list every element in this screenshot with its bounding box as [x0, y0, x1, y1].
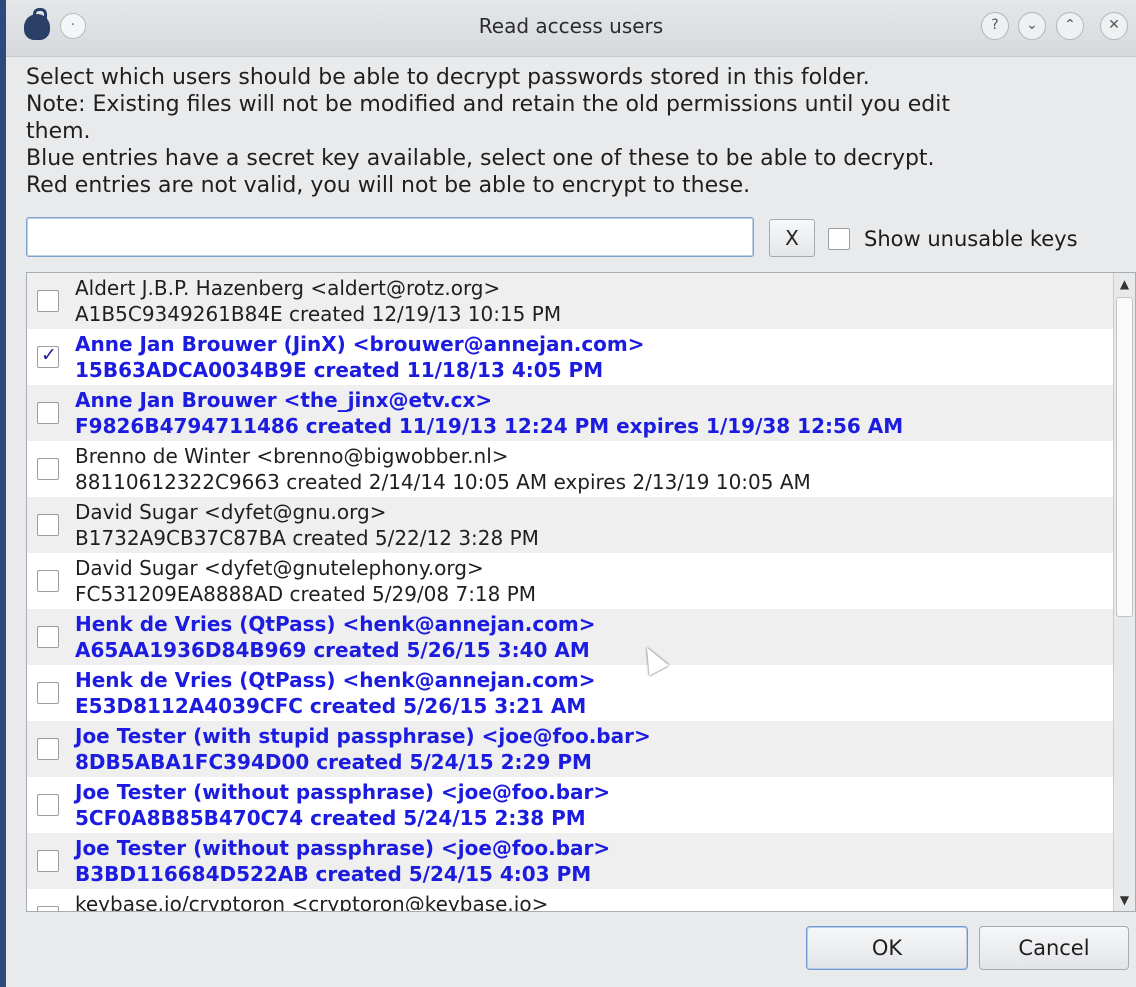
scrollbar-thumb[interactable]: [1116, 297, 1133, 617]
user-entry-text: Joe Tester (with stupid passphrase) <joe…: [75, 723, 651, 775]
scroll-up-icon[interactable]: ▲: [1114, 273, 1135, 295]
user-checkbox[interactable]: [37, 402, 59, 424]
user-entry-text: Joe Tester (without passphrase) <joe@foo…: [75, 779, 610, 831]
cancel-button[interactable]: Cancel: [979, 926, 1129, 970]
user-entry-text: Anne Jan Brouwer (JinX) <brouwer@annejan…: [75, 331, 645, 383]
user-row[interactable]: David Sugar <dyfet@gnutelephony.org> FC53…: [27, 553, 1113, 609]
user-key-info: A65AA1936D84B969 created 5/26/15 3:40 AM: [75, 638, 590, 662]
user-key-info: 88110612322C9663 created 2/14/14 10:05 A…: [75, 470, 811, 494]
minimize-button[interactable]: ⌄: [1018, 12, 1046, 40]
user-entry-text: Anne Jan Brouwer <the_jinx@etv.cx> F9826B…: [75, 387, 903, 439]
user-entry-text: Joe Tester (without passphrase) <joe@foo…: [75, 835, 610, 887]
user-checkbox[interactable]: [37, 514, 59, 536]
dialog-window: · Read access users ? ⌄ ⌃ ✕ Select which…: [0, 0, 1136, 987]
user-row[interactable]: Aldert J.B.P. Hazenberg <aldert@rotz.org…: [27, 273, 1113, 329]
user-entry-text: Henk de Vries (QtPass) <henk@annejan.com…: [75, 667, 596, 719]
user-row[interactable]: Anne Jan Brouwer (JinX) <brouwer@annejan…: [27, 329, 1113, 385]
description-line: them.: [26, 119, 91, 144]
user-row[interactable]: David Sugar <dyfet@gnu.org> B1732A9CB37C8…: [27, 497, 1113, 553]
user-key-info: E53D8112A4039CFC created 5/26/15 3:21 AM: [75, 694, 587, 718]
user-row[interactable]: Henk de Vries (QtPass) <henk@annejan.com…: [27, 609, 1113, 665]
user-identity: Henk de Vries (QtPass) <henk@annejan.com…: [75, 612, 596, 636]
user-identity: Joe Tester (without passphrase) <joe@foo…: [75, 780, 611, 804]
user-entry-text: Aldert J.B.P. Hazenberg <aldert@rotz.org…: [75, 275, 561, 327]
scroll-down-icon[interactable]: ▼: [1114, 889, 1135, 911]
user-checkbox[interactable]: [37, 626, 59, 648]
user-row[interactable]: keybase.io/cryptoron <cryptoron@keybase.…: [27, 889, 1113, 912]
user-identity: keybase.io/cryptoron <cryptoron@keybase.…: [75, 892, 549, 912]
user-key-info: A1B5C9349261B84E created 12/19/13 10:15 …: [75, 302, 562, 326]
show-unusable-label: Show unusable keys: [864, 227, 1078, 251]
user-row[interactable]: Anne Jan Brouwer <the_jinx@etv.cx> F9826B…: [27, 385, 1113, 441]
user-row[interactable]: Joe Tester (without passphrase) <joe@foo…: [27, 777, 1113, 833]
clear-search-button[interactable]: X: [769, 219, 815, 257]
show-unusable-toggle[interactable]: Show unusable keys: [828, 223, 1078, 255]
user-checkbox[interactable]: [37, 738, 59, 760]
user-key-info: B3BD116684D522AB created 5/24/15 4:03 PM: [75, 862, 592, 886]
user-identity: Anne Jan Brouwer <the_jinx@etv.cx>: [75, 388, 493, 412]
user-entry-text: keybase.io/cryptoron <cryptoron@keybase.…: [75, 891, 549, 912]
window-title: Read access users: [478, 14, 664, 38]
user-entry-text: David Sugar <dyfet@gnutelephony.org> FC53…: [75, 555, 536, 607]
maximize-button[interactable]: ⌃: [1056, 12, 1084, 40]
user-entry-text: Brenno de Winter <brenno@bigwobber.nl> 88…: [75, 443, 811, 495]
search-input[interactable]: [26, 217, 754, 257]
show-unusable-checkbox[interactable]: [828, 228, 850, 250]
description-line: Select which users should be able to dec…: [26, 65, 870, 90]
user-entry-text: David Sugar <dyfet@gnu.org> B1732A9CB37C8…: [75, 499, 539, 551]
user-checkbox[interactable]: [37, 458, 59, 480]
user-checkbox[interactable]: [37, 682, 59, 704]
user-identity: Joe Tester (with stupid passphrase) <joe…: [75, 724, 651, 748]
title-bar[interactable]: · Read access users ? ⌄ ⌃ ✕: [6, 0, 1136, 57]
user-key-info: 15B63ADCA0034B9E created 11/18/13 4:05 P…: [75, 358, 604, 382]
help-button[interactable]: ?: [981, 12, 1009, 40]
user-checkbox[interactable]: [37, 906, 59, 911]
user-key-info: F9826B4794711486 created 11/19/13 12:24 …: [75, 414, 904, 438]
user-identity: Anne Jan Brouwer (JinX) <brouwer@annejan…: [75, 332, 645, 356]
user-checkbox[interactable]: [37, 570, 59, 592]
user-identity: Brenno de Winter <brenno@bigwobber.nl>: [75, 444, 509, 468]
user-identity: Joe Tester (without passphrase) <joe@foo…: [75, 836, 611, 860]
user-checkbox[interactable]: [37, 344, 59, 368]
user-key-info: B1732A9CB37C87BA created 5/22/12 3:28 PM: [75, 526, 539, 550]
user-identity: Aldert J.B.P. Hazenberg <aldert@rotz.org…: [75, 276, 501, 300]
user-key-info: 5CF0A8B85B470C74 created 5/24/15 2:38 PM: [75, 806, 586, 830]
scrollbar[interactable]: ▲ ▼: [1113, 273, 1135, 911]
user-checkbox[interactable]: [37, 290, 59, 312]
user-row[interactable]: Joe Tester (without passphrase) <joe@foo…: [27, 833, 1113, 889]
user-identity: Henk de Vries (QtPass) <henk@annejan.com…: [75, 668, 596, 692]
description-line: Red entries are not valid, you will not …: [26, 173, 751, 198]
user-rows: Aldert J.B.P. Hazenberg <aldert@rotz.org…: [27, 273, 1113, 912]
user-key-info: 8DB5ABA1FC394D00 created 5/24/15 2:29 PM: [75, 750, 592, 774]
user-entry-text: Henk de Vries (QtPass) <henk@annejan.com…: [75, 611, 596, 663]
user-row[interactable]: Henk de Vries (QtPass) <henk@annejan.com…: [27, 665, 1113, 721]
user-checkbox[interactable]: [37, 850, 59, 872]
description-line: Blue entries have a secret key available…: [26, 146, 935, 171]
user-list[interactable]: Aldert J.B.P. Hazenberg <aldert@rotz.org…: [26, 272, 1136, 912]
user-identity: David Sugar <dyfet@gnu.org>: [75, 500, 387, 524]
description-line: Note: Existing files will not be modifie…: [26, 92, 950, 117]
close-button[interactable]: ✕: [1100, 12, 1128, 40]
user-checkbox[interactable]: [37, 794, 59, 816]
user-identity: David Sugar <dyfet@gnutelephony.org>: [75, 556, 484, 580]
user-row[interactable]: Brenno de Winter <brenno@bigwobber.nl> 88…: [27, 441, 1113, 497]
ok-button[interactable]: OK: [806, 926, 968, 970]
user-row[interactable]: Joe Tester (with stupid passphrase) <joe…: [27, 721, 1113, 777]
description-text: Select which users should be able to dec…: [26, 64, 1126, 199]
user-key-info: FC531209EA8888AD created 5/29/08 7:18 PM: [75, 582, 537, 606]
